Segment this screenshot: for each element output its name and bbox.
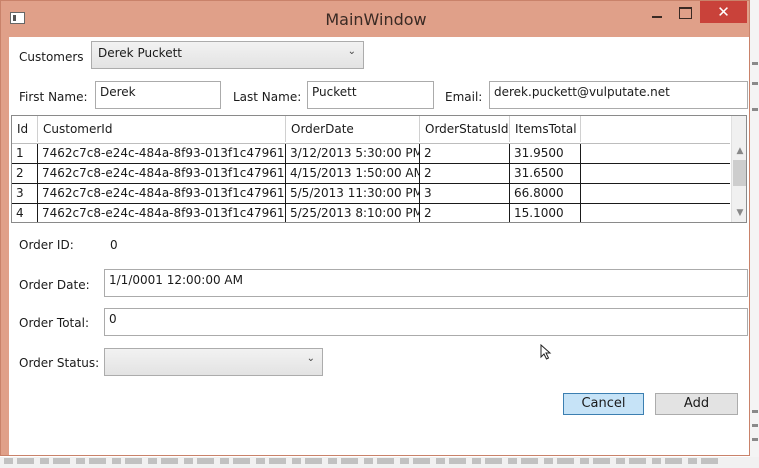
chevron-down-icon: ⌄ [306, 353, 315, 364]
order-date-label: Order Date: [19, 278, 90, 292]
table-row[interactable]: 1 7462c7c8-e24c-484a-8f93-013f1c479615 3… [12, 144, 730, 164]
scroll-up-icon[interactable]: ▲ [732, 144, 746, 158]
order-id-label: Order ID: [19, 238, 74, 252]
order-id-value: 0 [110, 238, 118, 252]
order-status-label: Order Status: [19, 356, 100, 370]
background-page [750, 0, 759, 468]
column-header-orderstatusid[interactable]: OrderStatusId [420, 116, 510, 142]
first-name-field[interactable]: Derek [95, 81, 221, 109]
cell-orderstatusid: 3 [420, 184, 510, 203]
last-name-field[interactable]: Puckett [307, 81, 434, 109]
cell-customerid: 7462c7c8-e24c-484a-8f93-013f1c479615 [38, 164, 286, 183]
cell-orderstatusid: 2 [420, 164, 510, 183]
cell-itemstotal: 15.1000 [510, 204, 581, 222]
column-header-id[interactable]: Id [12, 116, 38, 142]
cell-id: 2 [12, 164, 38, 183]
column-header-customerid[interactable]: CustomerId [38, 116, 286, 142]
cell-customerid: 7462c7c8-e24c-484a-8f93-013f1c479615 [38, 204, 286, 222]
background-text-mark [752, 410, 758, 413]
cancel-button[interactable]: Cancel [563, 393, 644, 415]
title-bar[interactable]: MainWindow ✕ [1, 1, 751, 37]
scrollbar-thumb[interactable] [733, 160, 746, 186]
order-total-label: Order Total: [19, 316, 89, 330]
cell-orderdate: 4/15/2013 1:50:00 AM [286, 164, 420, 183]
maximize-icon [678, 7, 692, 19]
order-total-field[interactable]: 0 [104, 308, 748, 336]
customers-combobox[interactable]: Derek Puckett ⌄ [91, 41, 364, 69]
grid-header: Id CustomerId OrderDate OrderStatusId It… [12, 116, 730, 144]
close-icon: ✕ [717, 3, 730, 21]
mouse-cursor-icon [540, 344, 552, 360]
background-text-line [4, 458, 724, 464]
column-header-orderdate[interactable]: OrderDate [286, 116, 420, 142]
table-row[interactable]: 2 7462c7c8-e24c-484a-8f93-013f1c479615 4… [12, 164, 730, 184]
first-name-label: First Name: [19, 90, 88, 104]
add-button[interactable]: Add [655, 393, 738, 415]
background-text-mark [752, 438, 758, 441]
background-text-mark [752, 82, 758, 85]
column-header-itemstotal[interactable]: ItemsTotal [510, 116, 581, 142]
close-button[interactable]: ✕ [700, 1, 747, 23]
minimize-icon [652, 16, 662, 18]
cell-orderstatusid: 2 [420, 204, 510, 222]
minimize-button[interactable] [643, 1, 671, 25]
orders-datagrid[interactable]: Id CustomerId OrderDate OrderStatusId It… [11, 115, 747, 223]
cell-id: 3 [12, 184, 38, 203]
cell-itemstotal: 31.9500 [510, 144, 581, 163]
cell-orderdate: 3/12/2013 5:30:00 PM [286, 144, 420, 163]
table-row[interactable]: 3 7462c7c8-e24c-484a-8f93-013f1c479615 5… [12, 184, 730, 204]
order-date-field[interactable]: 1/1/0001 12:00:00 AM [104, 269, 748, 297]
order-status-combobox[interactable]: ⌄ [104, 348, 323, 376]
cell-itemstotal: 66.8000 [510, 184, 581, 203]
email-label: Email: [445, 90, 483, 104]
background-text-mark [752, 108, 758, 111]
background-text-mark [752, 62, 758, 65]
cell-customerid: 7462c7c8-e24c-484a-8f93-013f1c479615 [38, 144, 286, 163]
last-name-label: Last Name: [233, 90, 302, 104]
maximize-button[interactable] [671, 1, 699, 25]
cell-orderdate: 5/5/2013 11:30:00 PM [286, 184, 420, 203]
window-title: MainWindow [325, 10, 427, 29]
cell-orderstatusid: 2 [420, 144, 510, 163]
cell-itemstotal: 31.6500 [510, 164, 581, 183]
background-text-mark [752, 424, 758, 427]
cell-orderdate: 5/25/2013 8:10:00 PM [286, 204, 420, 222]
cell-id: 4 [12, 204, 38, 222]
chevron-down-icon: ⌄ [347, 46, 356, 57]
cell-customerid: 7462c7c8-e24c-484a-8f93-013f1c479615 [38, 184, 286, 203]
table-row[interactable]: 4 7462c7c8-e24c-484a-8f93-013f1c479615 5… [12, 204, 730, 222]
scroll-down-icon[interactable]: ▼ [732, 206, 746, 220]
customers-label: Customers [19, 50, 84, 64]
cell-id: 1 [12, 144, 38, 163]
customers-selected-value: Derek Puckett [98, 46, 182, 60]
grid-vertical-scrollbar[interactable]: ▲ ▼ [731, 116, 746, 222]
email-field[interactable]: derek.puckett@vulputate.net [489, 81, 748, 109]
